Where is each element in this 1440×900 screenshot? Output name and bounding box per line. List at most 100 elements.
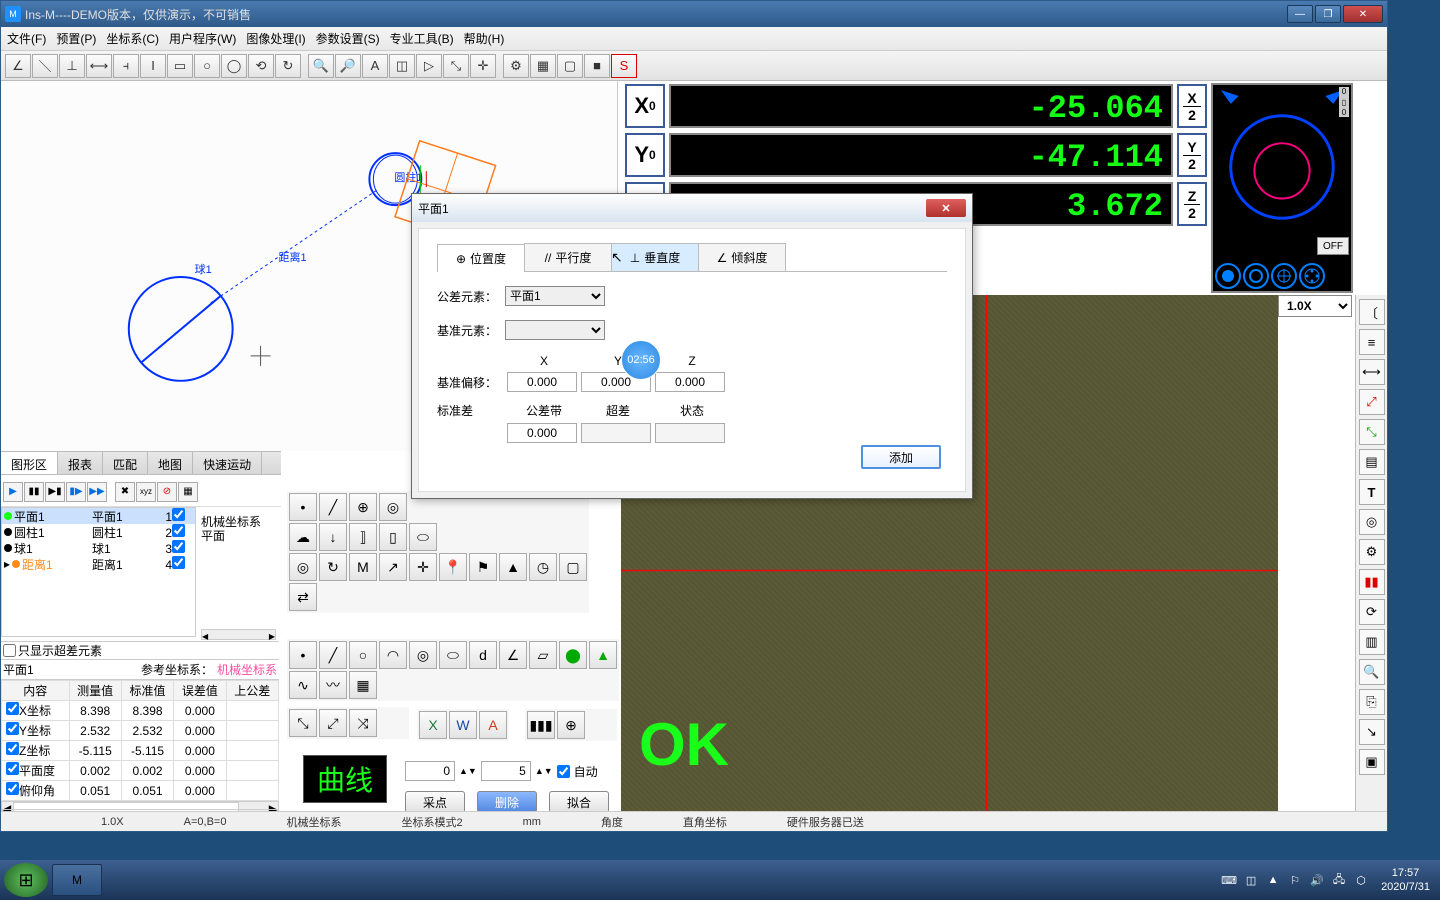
menu-coord[interactable]: 坐标系(C) bbox=[106, 30, 159, 47]
h-scroll[interactable]: ◀▶ bbox=[201, 629, 276, 640]
rt-T-icon[interactable]: T bbox=[1359, 479, 1385, 505]
ref-value[interactable]: 机械坐标系 bbox=[217, 661, 277, 678]
tg2-line-icon[interactable]: ╱ bbox=[319, 641, 347, 669]
row-check[interactable] bbox=[172, 524, 185, 537]
target2-icon[interactable]: ⊕ bbox=[557, 711, 585, 739]
tg-box2-icon[interactable]: ▢ bbox=[559, 553, 587, 581]
tab-perpendicular[interactable]: ⊥垂直度 bbox=[611, 243, 699, 271]
tool-caliper-icon[interactable]: ⫞ bbox=[113, 54, 139, 78]
tg2-slot-icon[interactable]: ⬭ bbox=[439, 641, 467, 669]
tray-up-icon[interactable]: ▲ bbox=[1265, 872, 1281, 888]
menu-protools[interactable]: 专业工具(B) bbox=[390, 30, 454, 47]
step-icon[interactable]: ▶▮ bbox=[45, 482, 65, 502]
shape-spokes-icon[interactable] bbox=[1271, 263, 1297, 289]
tg-ht-icon[interactable]: ⟧ bbox=[349, 523, 377, 551]
tg-clock-icon[interactable]: ◷ bbox=[529, 553, 557, 581]
tool-box-icon[interactable]: ▢ bbox=[557, 54, 583, 78]
axes-s-icon[interactable]: ⤢ bbox=[319, 709, 347, 737]
tool-circle-icon[interactable]: ○ bbox=[194, 54, 220, 78]
tool-arc-icon[interactable]: ⟲ bbox=[248, 54, 274, 78]
rt-zoom-icon[interactable]: 🔍 bbox=[1359, 659, 1385, 685]
rt-tgt-icon[interactable]: ◎ bbox=[1359, 509, 1385, 535]
tab-rapid[interactable]: 快速运动 bbox=[193, 452, 262, 474]
tg-M-icon[interactable]: M bbox=[349, 553, 377, 581]
tool-line-icon[interactable]: ＼ bbox=[32, 54, 58, 78]
tool-cube-icon[interactable]: ◫ bbox=[389, 54, 415, 78]
rgb-icon[interactable]: ▮▮▮ bbox=[527, 711, 555, 739]
compass-off-button[interactable]: OFF bbox=[1317, 237, 1349, 255]
rt-table-icon[interactable]: ▤ bbox=[1359, 449, 1385, 475]
tool-refresh-icon[interactable]: ↻ bbox=[275, 54, 301, 78]
tg-peak-icon[interactable]: ▲ bbox=[499, 553, 527, 581]
task-app[interactable]: M bbox=[52, 864, 102, 896]
list-item[interactable]: ▸距离1距离14 bbox=[2, 556, 195, 572]
rt-width-icon[interactable]: ⟷ bbox=[1359, 359, 1385, 385]
tool-A-icon[interactable]: A bbox=[362, 54, 388, 78]
tab-graphics[interactable]: 图形区 bbox=[1, 452, 58, 474]
row-check[interactable] bbox=[172, 556, 185, 569]
shape-ring-icon[interactable] bbox=[1243, 263, 1269, 289]
tg2-ring-icon[interactable]: ◎ bbox=[409, 641, 437, 669]
zoom-out-icon[interactable]: 🔎 bbox=[335, 54, 361, 78]
cal-icon[interactable]: ▦ bbox=[178, 482, 198, 502]
tg-arrow-icon[interactable]: ↗ bbox=[379, 553, 407, 581]
taskbar-clock[interactable]: 17:572020/7/31 bbox=[1375, 866, 1436, 894]
tg2-wave-icon[interactable]: ∿ bbox=[289, 671, 317, 699]
dro-x-half-button[interactable]: X2 bbox=[1177, 84, 1207, 128]
ff-icon[interactable]: ▶▶ bbox=[87, 482, 107, 502]
list-item[interactable]: 球1球13 bbox=[2, 540, 195, 556]
tg-pin-icon[interactable]: 📍 bbox=[439, 553, 467, 581]
tg2-cone-icon[interactable]: ▲ bbox=[589, 641, 617, 669]
dro-y-half-button[interactable]: Y2 bbox=[1177, 133, 1207, 177]
tg-tgt-icon[interactable]: ◎ bbox=[289, 553, 317, 581]
tray-shield-icon[interactable]: ⚐ bbox=[1287, 872, 1303, 888]
xyz-icon[interactable]: xyz bbox=[136, 482, 156, 502]
tg-depth-icon[interactable]: ▯ bbox=[379, 523, 407, 551]
tray-drive-icon[interactable]: ◫ bbox=[1243, 872, 1259, 888]
tab-match[interactable]: 匹配 bbox=[103, 452, 148, 474]
tool-dim-icon[interactable]: ⟷ bbox=[86, 54, 112, 78]
play-icon[interactable]: ▶ bbox=[3, 482, 23, 502]
row-check[interactable] bbox=[172, 508, 185, 521]
zoom-select[interactable]: 1.0X bbox=[1278, 295, 1352, 317]
tab-map[interactable]: 地图 bbox=[148, 452, 193, 474]
tool-text-icon[interactable]: I bbox=[140, 54, 166, 78]
excel-icon[interactable]: X bbox=[419, 711, 447, 739]
tg2-arc-icon[interactable]: ◠ bbox=[379, 641, 407, 669]
rt-door-icon[interactable]: ⎘ bbox=[1359, 689, 1385, 715]
tool-rect-icon[interactable]: ▭ bbox=[167, 54, 193, 78]
tool-triangle-icon[interactable]: ▷ bbox=[416, 54, 442, 78]
rt-bracket-icon[interactable]: 〔 bbox=[1359, 299, 1385, 325]
tg-ring-icon[interactable]: ◎ bbox=[379, 493, 407, 521]
rt-axisy-icon[interactable]: ⤡ bbox=[1359, 419, 1385, 445]
tg-rot-icon[interactable]: ↻ bbox=[319, 553, 347, 581]
menu-file[interactable]: 文件(F) bbox=[7, 30, 46, 47]
tool-fill-icon[interactable]: ■ bbox=[584, 54, 610, 78]
tg-cross2-icon[interactable]: ✛ bbox=[409, 553, 437, 581]
rt-square-icon[interactable]: ▣ bbox=[1359, 749, 1385, 775]
word-icon[interactable]: W bbox=[449, 711, 477, 739]
offset-x-input[interactable] bbox=[507, 372, 577, 392]
list-item[interactable]: 平面1平面11 bbox=[2, 508, 195, 524]
axes-w-icon[interactable]: ⤨ bbox=[349, 709, 377, 737]
zoom-in-icon[interactable]: 🔍 bbox=[308, 54, 334, 78]
spin2-input[interactable] bbox=[481, 761, 531, 781]
minimize-button[interactable]: — bbox=[1287, 5, 1313, 23]
tool-angle-icon[interactable]: ∠ bbox=[5, 54, 31, 78]
tab-report[interactable]: 报表 bbox=[58, 452, 103, 474]
dialog-titlebar[interactable]: 平面1 ✕ bbox=[412, 194, 972, 222]
maximize-button[interactable]: ❐ bbox=[1315, 5, 1341, 23]
menu-params[interactable]: 参数设置(S) bbox=[316, 30, 380, 47]
rt-lines-icon[interactable]: ≡ bbox=[1359, 329, 1385, 355]
tool-S-icon[interactable]: S bbox=[611, 54, 637, 78]
noentry-icon[interactable]: ⊘ bbox=[157, 482, 177, 502]
tool-perp-icon[interactable]: ⊥ bbox=[59, 54, 85, 78]
tg2-ang-icon[interactable]: ∠ bbox=[499, 641, 527, 669]
start-button[interactable]: ⊞ bbox=[4, 863, 48, 897]
wrench-icon[interactable]: ✖ bbox=[115, 482, 135, 502]
list-item[interactable]: 圆柱1圆柱12 bbox=[2, 524, 195, 540]
tab-parallel[interactable]: //平行度 bbox=[524, 243, 612, 271]
tg2-dot-icon[interactable]: • bbox=[289, 641, 317, 669]
tray-usb-icon[interactable]: ⬡ bbox=[1353, 872, 1369, 888]
tg2-calc-icon[interactable]: ▦ bbox=[349, 671, 377, 699]
